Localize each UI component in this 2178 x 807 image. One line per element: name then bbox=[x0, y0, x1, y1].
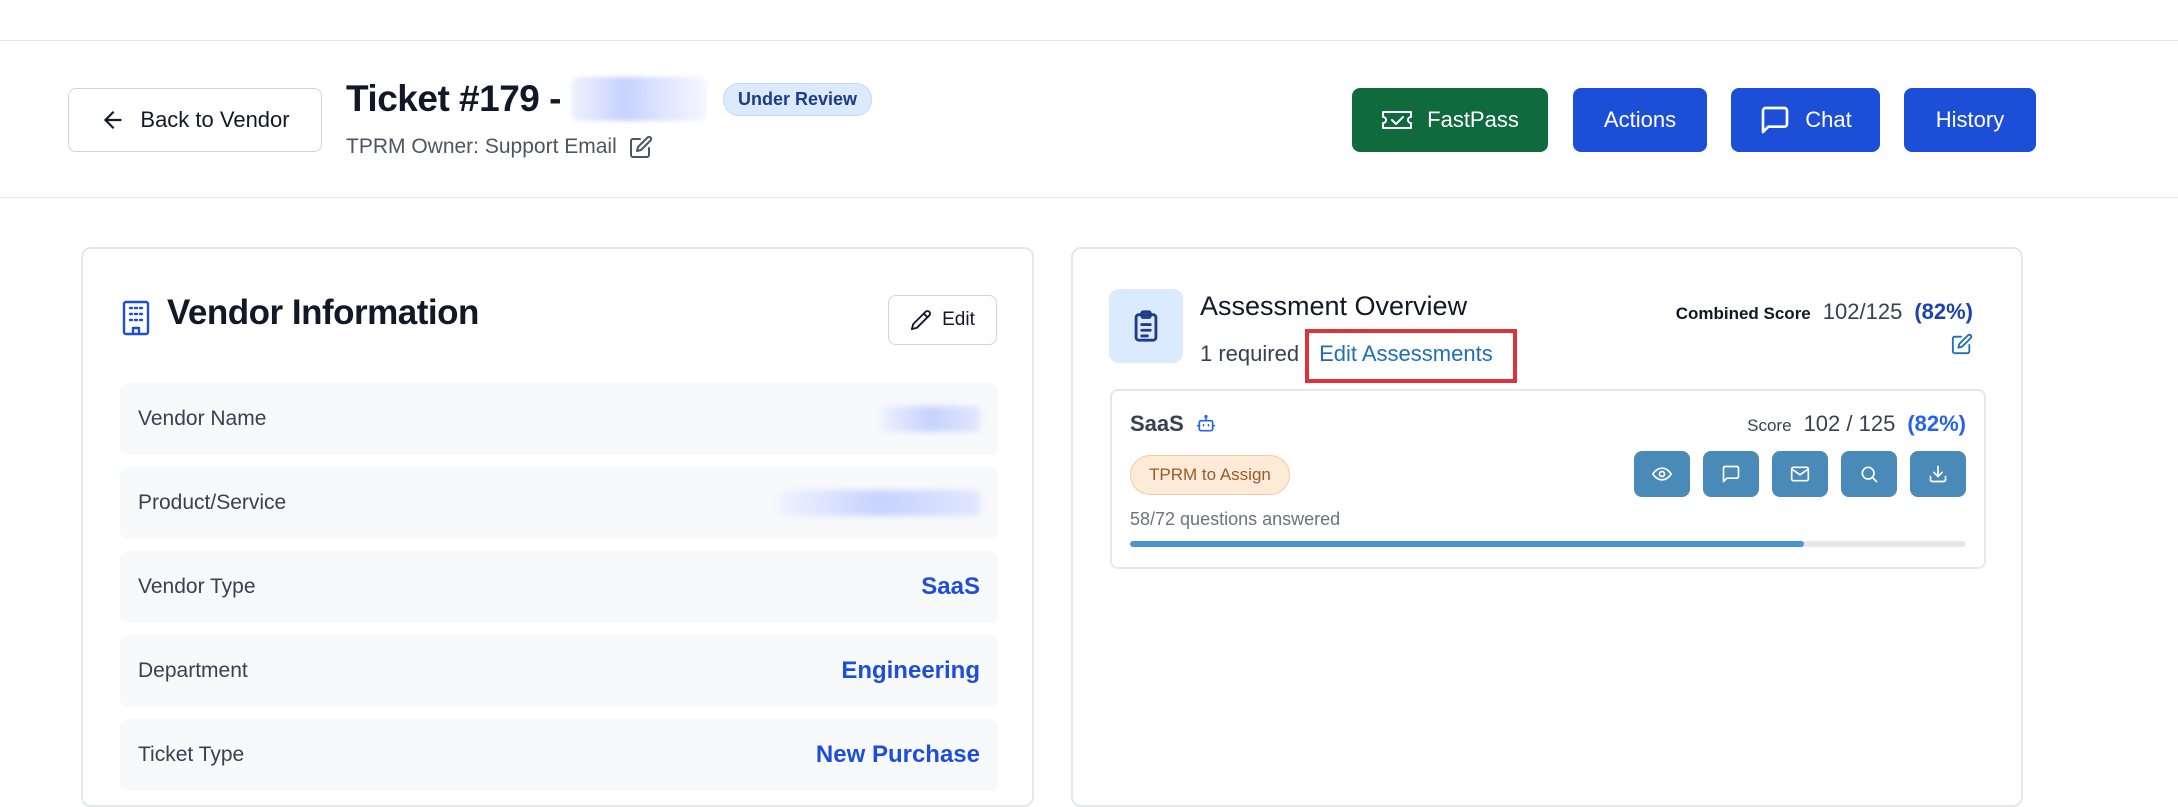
vendor-type-value: SaaS bbox=[921, 573, 980, 600]
search-assessment-button[interactable] bbox=[1841, 451, 1897, 497]
back-to-vendor-label: Back to Vendor bbox=[140, 107, 290, 132]
score-percent: (82%) bbox=[1907, 411, 1966, 436]
edit-vendor-label: Edit bbox=[942, 309, 975, 330]
vendor-name-row: Vendor Name bbox=[120, 383, 998, 455]
message-square-icon bbox=[1722, 465, 1740, 483]
mail-icon bbox=[1790, 466, 1810, 482]
back-to-vendor-button[interactable]: Back to Vendor bbox=[68, 88, 322, 152]
required-count: 1 required bbox=[1200, 341, 1300, 366]
score-value: 102 / 125 bbox=[1803, 411, 1896, 436]
vendor-name-value-redacted bbox=[880, 406, 980, 432]
edit-score-icon[interactable] bbox=[1951, 333, 1973, 355]
download-assessment-button[interactable] bbox=[1910, 451, 1966, 497]
product-service-row: Product/Service bbox=[120, 467, 998, 539]
combined-score-value: 102/125 bbox=[1822, 299, 1903, 324]
edit-vendor-button[interactable]: Edit bbox=[888, 295, 997, 345]
edit-assessments-link[interactable]: Edit Assessments bbox=[1305, 329, 1517, 383]
ticket-type-row: Ticket Type New Purchase bbox=[120, 719, 998, 791]
combined-score-percent: (82%) bbox=[1914, 299, 1973, 324]
building-icon bbox=[122, 300, 150, 336]
ticket-check-icon bbox=[1382, 111, 1413, 129]
clipboard-icon bbox=[1134, 310, 1158, 342]
view-assessment-button[interactable] bbox=[1634, 451, 1690, 497]
assessment-required-row: 1 required Edit Assessments bbox=[1200, 329, 1517, 383]
ticket-type-label: Ticket Type bbox=[138, 743, 245, 766]
assessment-name: SaaS bbox=[1130, 411, 1184, 436]
department-row: Department Engineering bbox=[120, 635, 998, 707]
tprm-owner: TPRM Owner: Support Email bbox=[346, 135, 653, 159]
history-button[interactable]: History bbox=[1904, 88, 2036, 152]
assessment-name-row: SaaS bbox=[1130, 411, 1216, 437]
assessment-overview-card: Assessment Overview 1 required Edit Asse… bbox=[1071, 247, 2023, 807]
assessment-actions bbox=[1634, 451, 1966, 497]
vendor-information-card: Vendor Information Edit Vendor Name Prod… bbox=[81, 247, 1034, 807]
ticket-header: Back to Vendor Ticket #179 - Under Revie… bbox=[0, 41, 2178, 198]
download-icon bbox=[1929, 465, 1947, 483]
pencil-icon bbox=[911, 310, 932, 331]
chat-label: Chat bbox=[1805, 107, 1852, 132]
redacted-vendor-name bbox=[570, 77, 707, 121]
actions-label: Actions bbox=[1603, 107, 1677, 132]
chat-button[interactable]: Chat bbox=[1731, 88, 1880, 152]
eye-icon bbox=[1652, 467, 1672, 481]
email-assessment-button[interactable] bbox=[1772, 451, 1828, 497]
questions-answered: 58/72 questions answered bbox=[1130, 509, 1341, 529]
edit-owner-icon[interactable] bbox=[629, 135, 653, 159]
vendor-information-title: Vendor Information bbox=[167, 293, 479, 332]
top-bar bbox=[0, 0, 2178, 41]
progress-bar-fill bbox=[1130, 541, 1804, 547]
combined-score-label: Combined Score bbox=[1675, 304, 1811, 323]
robot-icon bbox=[1196, 414, 1215, 432]
tprm-owner-label: TPRM Owner: Support Email bbox=[346, 135, 617, 158]
product-service-value-redacted bbox=[780, 490, 980, 516]
clipboard-icon-box bbox=[1109, 289, 1183, 363]
combined-score: Combined Score 102/125 (82%) bbox=[1676, 299, 1973, 325]
fastpass-button[interactable]: FastPass bbox=[1352, 88, 1548, 152]
ticket-type-value: New Purchase bbox=[815, 741, 980, 768]
assessment-score: Score 102 / 125 (82%) bbox=[1747, 411, 1966, 437]
assessment-overview-title: Assessment Overview bbox=[1200, 291, 1468, 321]
search-icon bbox=[1861, 466, 1878, 483]
comment-assessment-button[interactable] bbox=[1703, 451, 1759, 497]
assessment-item: SaaS Score 102 / 125 (82%) TPRM to Assig… bbox=[1110, 389, 1986, 569]
history-label: History bbox=[1935, 107, 2005, 132]
score-label: Score bbox=[1747, 416, 1792, 435]
progress-bar bbox=[1130, 541, 1966, 547]
assignment-status-badge: TPRM to Assign bbox=[1130, 455, 1290, 495]
product-service-label: Product/Service bbox=[138, 491, 287, 514]
status-badge: Under Review bbox=[722, 82, 873, 116]
vendor-type-row: Vendor Type SaaS bbox=[120, 551, 998, 623]
ticket-title-row: Ticket #179 - Under Review bbox=[346, 77, 873, 121]
page-title: Ticket #179 - bbox=[346, 78, 561, 119]
arrow-left-icon bbox=[104, 111, 123, 129]
fastpass-label: FastPass bbox=[1427, 107, 1519, 132]
department-label: Department bbox=[138, 659, 248, 682]
department-value: Engineering bbox=[841, 657, 980, 684]
chat-bubble-icon bbox=[1761, 106, 1789, 134]
vendor-type-label: Vendor Type bbox=[138, 575, 256, 598]
vendor-name-label: Vendor Name bbox=[138, 407, 267, 430]
actions-button[interactable]: Actions bbox=[1573, 88, 1707, 152]
